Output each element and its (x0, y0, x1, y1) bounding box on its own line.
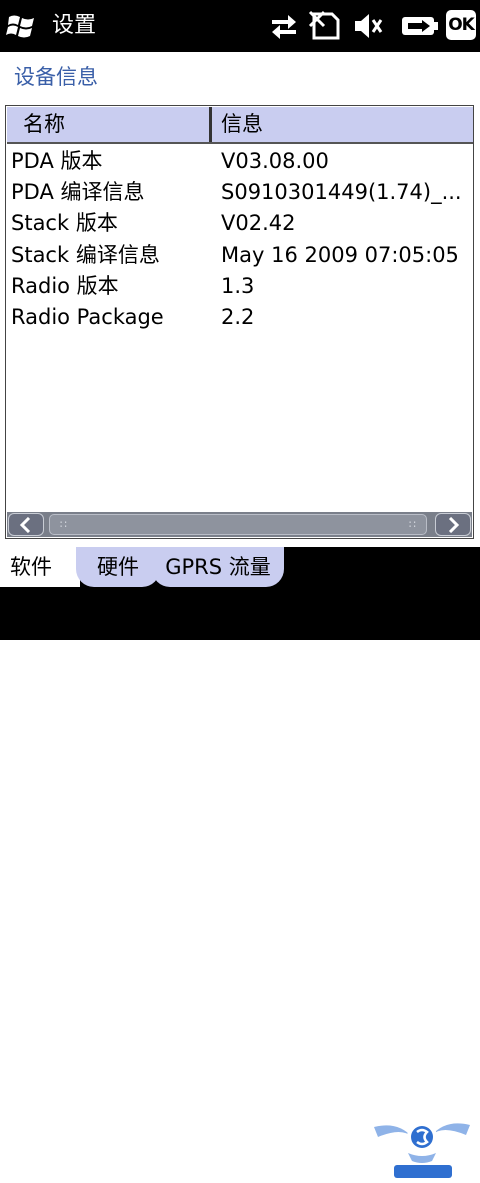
table-row[interactable]: PDA 编译信息 S0910301449(1.74)_... (6, 177, 472, 208)
windows-start-icon[interactable] (6, 10, 38, 42)
horizontal-scrollbar[interactable]: ∷ ∷ (7, 512, 472, 537)
list-header: 名称 信息 (7, 107, 473, 144)
tab-software[interactable]: 软件 (0, 547, 80, 587)
table-row[interactable]: Radio Package 2.2 (6, 302, 472, 333)
row-name: Radio Package (11, 304, 164, 329)
app-title: 设置 (52, 13, 97, 38)
table-row[interactable]: Stack 版本 V02.42 (6, 208, 472, 239)
tab-hardware[interactable]: 硬件 (76, 547, 160, 587)
grip-left-icon: ∷ (60, 518, 67, 531)
table-row[interactable]: Stack 编译信息 May 16 2009 07:05:05 (6, 240, 472, 271)
column-header-info[interactable]: 信息 (221, 107, 263, 142)
tab-gprs-traffic[interactable]: GPRS 流量 (152, 547, 284, 587)
table-row[interactable]: Radio 版本 1.3 (6, 271, 472, 302)
tab-label: 软件 (10, 555, 52, 579)
row-name: PDA 编译信息 (11, 180, 145, 205)
chevron-right-icon (448, 516, 460, 534)
row-name: PDA 版本 (11, 149, 103, 173)
page-title: 设备信息 (14, 65, 98, 89)
scroll-right-button[interactable] (435, 513, 471, 536)
ok-button[interactable]: OK (446, 10, 476, 40)
row-value: May 16 2009 07:05:05 (221, 242, 459, 267)
column-divider[interactable] (209, 107, 212, 142)
tab-label: 硬件 (97, 555, 139, 579)
tab-label: GPRS 流量 (165, 555, 271, 579)
volume-muted-icon[interactable] (352, 10, 384, 42)
scroll-thumb[interactable]: ∷ ∷ (49, 514, 427, 535)
battery-charging-icon[interactable] (400, 10, 440, 42)
chevron-left-icon (19, 516, 31, 534)
title-bar: 设置 OK (0, 0, 480, 52)
row-value: 1.3 (221, 273, 255, 298)
row-value: S0910301449(1.74)_... (221, 180, 462, 205)
row-name: Radio 版本 (11, 273, 119, 298)
row-name: Stack 编译信息 (11, 242, 160, 267)
row-value: V03.08.00 (221, 149, 329, 173)
data-connection-icon[interactable] (268, 10, 300, 42)
device-info-list[interactable]: 名称 信息 PDA 版本 V03.08.00 PDA 编译信息 S0910301… (5, 105, 474, 539)
watermark-logo-icon (374, 1122, 470, 1178)
grip-right-icon: ∷ (409, 518, 416, 531)
column-header-name[interactable]: 名称 (23, 107, 65, 142)
tab-bar: 软件 硬件 GPRS 流量 (0, 547, 480, 1178)
row-name: Stack 版本 (11, 211, 118, 236)
row-value: 2.2 (221, 304, 255, 329)
scroll-left-button[interactable] (8, 513, 44, 536)
row-value: V02.42 (221, 211, 296, 236)
list-rows: PDA 版本 V03.08.00 PDA 编译信息 S0910301449(1.… (6, 146, 472, 333)
table-row[interactable]: PDA 版本 V03.08.00 (6, 146, 472, 177)
no-sim-icon[interactable] (308, 10, 342, 42)
